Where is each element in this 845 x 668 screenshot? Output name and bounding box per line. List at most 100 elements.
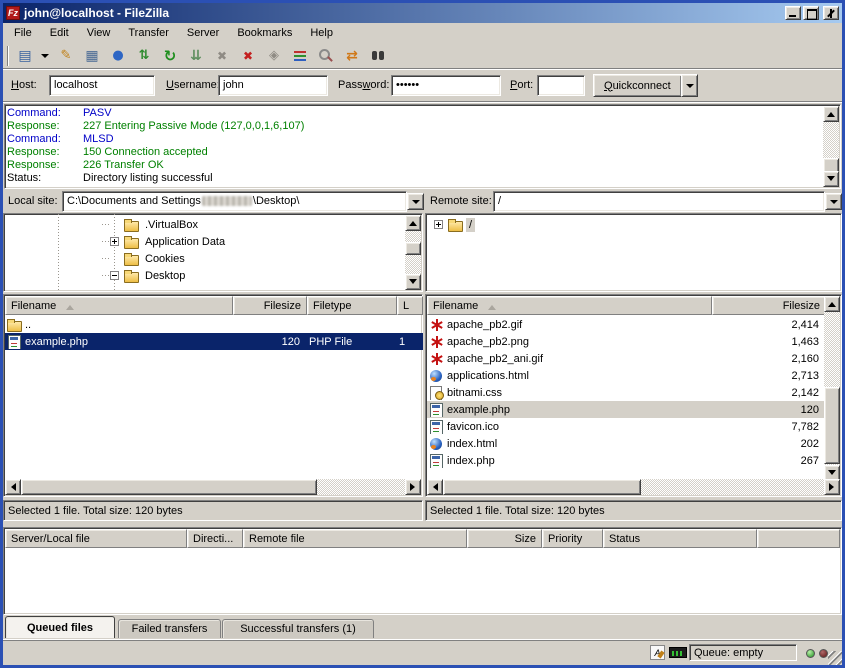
remote-list-hscrollbar[interactable] xyxy=(427,479,840,495)
queue-status-box: Queue: empty xyxy=(689,644,797,661)
file-row[interactable]: .. xyxy=(5,316,423,333)
log-scrollbar[interactable] xyxy=(823,106,839,187)
quickconnect-dropdown-icon[interactable] xyxy=(681,74,698,97)
file-row[interactable]: apache_pb2.gif 2,414 xyxy=(427,316,826,333)
scroll-left-icon[interactable] xyxy=(429,483,438,491)
remote-column-header-filename[interactable]: Filename xyxy=(427,296,712,315)
remote-column-header-filesize[interactable]: Filesize xyxy=(712,296,826,315)
tab[interactable]: Successful transfers (1) xyxy=(222,619,374,638)
remote-path-combo[interactable]: / xyxy=(493,191,825,212)
tree-item-label: .VirtualBox xyxy=(142,218,201,232)
file-row[interactable]: example.php 120 PHP File 1 xyxy=(5,333,423,350)
remote-path-dropdown-icon[interactable] xyxy=(825,193,842,210)
file-row[interactable]: applications.html 2,713 xyxy=(427,367,826,384)
local-tree-scrollbar[interactable] xyxy=(405,215,421,290)
scroll-up-icon[interactable] xyxy=(827,108,835,117)
toolbar-button-icon[interactable] xyxy=(54,45,78,67)
tree-item[interactable]: .VirtualBox xyxy=(6,216,404,233)
queue-header-server-local-file[interactable]: Server/Local file xyxy=(5,529,187,548)
toolbar-button-icon[interactable] xyxy=(13,45,37,67)
toolbar-button-icon[interactable] xyxy=(236,45,260,67)
tree-expander-icon[interactable] xyxy=(434,220,443,229)
remote-hscrollbar-thumb[interactable] xyxy=(443,479,641,495)
toolbar-button-icon[interactable] xyxy=(158,45,182,67)
toolbar-button-icon[interactable] xyxy=(340,45,364,67)
resize-grip[interactable] xyxy=(828,651,842,665)
port-label: Port: xyxy=(510,79,533,91)
local-column-header-filetype[interactable]: Filetype xyxy=(307,296,397,315)
file-row[interactable]: apache_pb2_ani.gif 2,160 xyxy=(427,350,826,367)
scroll-down-icon[interactable] xyxy=(827,176,835,185)
queue-header-size[interactable]: Size xyxy=(467,529,542,548)
php-file-icon xyxy=(7,335,23,349)
file-row[interactable]: apache_pb2.png 1,463 xyxy=(427,333,826,350)
port-input[interactable] xyxy=(537,75,585,96)
maximize-icon[interactable] xyxy=(803,6,819,20)
toolbar-button-icon[interactable] xyxy=(184,45,208,67)
toolbar-button-icon[interactable] xyxy=(288,45,312,67)
scroll-down-icon[interactable] xyxy=(828,470,836,479)
file-row[interactable]: index.html 202 xyxy=(427,435,826,452)
toolbar-button-icon[interactable] xyxy=(314,45,338,67)
tree-item[interactable]: Cookies xyxy=(6,250,404,267)
local-path-dropdown-icon[interactable] xyxy=(407,193,424,210)
toolbar-button-icon[interactable] xyxy=(38,45,52,67)
scroll-right-icon[interactable] xyxy=(829,483,838,491)
remote-list-vscrollbar[interactable] xyxy=(824,296,840,481)
tree-expander-icon[interactable] xyxy=(110,271,119,280)
menu-item[interactable]: Server xyxy=(178,25,228,41)
menu-item[interactable]: File xyxy=(5,25,41,41)
toolbar xyxy=(3,42,842,70)
toolbar-button-icon[interactable] xyxy=(132,45,156,67)
tree-expander-icon[interactable] xyxy=(110,237,119,246)
tab[interactable]: Failed transfers xyxy=(118,619,221,638)
local-list-hscrollbar[interactable] xyxy=(5,479,421,495)
queue-header-status[interactable]: Status xyxy=(603,529,757,548)
tree-item[interactable]: Desktop xyxy=(6,267,404,284)
local-hscrollbar-thumb[interactable] xyxy=(21,479,317,495)
close-icon[interactable] xyxy=(823,6,839,20)
local-site-label: Local site: xyxy=(8,195,58,207)
username-input[interactable]: john xyxy=(218,75,328,96)
toolbar-button-icon[interactable] xyxy=(106,45,130,67)
scroll-up-icon[interactable] xyxy=(828,298,836,307)
toolbar-button-icon[interactable] xyxy=(80,45,104,67)
tree-item[interactable]: Application Data xyxy=(6,233,404,250)
quickconnect-button[interactable]: Quickconnect xyxy=(593,74,682,97)
menu-item[interactable]: Bookmarks xyxy=(228,25,301,41)
local-tree-scrollbar-thumb[interactable] xyxy=(405,242,421,255)
queue-header-remote-file[interactable]: Remote file xyxy=(243,529,467,548)
menu-item[interactable]: Edit xyxy=(41,25,78,41)
log-line: Status: Directory listing successful xyxy=(7,172,822,185)
local-path-combo[interactable]: C:\Documents and Settings\Desktop\ xyxy=(62,191,407,212)
toolbar-button-icon[interactable] xyxy=(366,45,390,67)
title-bar: Fz john@localhost - FileZilla xyxy=(3,3,842,23)
password-input[interactable]: •••••• xyxy=(391,75,501,96)
sort-ascending-icon xyxy=(488,301,496,310)
local-column-header-filesize[interactable]: Filesize xyxy=(233,296,307,315)
scroll-left-icon[interactable] xyxy=(7,483,16,491)
toolbar-button-icon[interactable] xyxy=(262,45,286,67)
minimize-icon[interactable] xyxy=(785,6,801,20)
queue-header-priority[interactable]: Priority xyxy=(542,529,603,548)
tree-item[interactable]: / xyxy=(428,216,839,233)
scroll-up-icon[interactable] xyxy=(409,217,417,226)
scroll-down-icon[interactable] xyxy=(409,279,417,288)
toolbar-button-icon[interactable] xyxy=(210,45,234,67)
menu-item[interactable]: View xyxy=(78,25,120,41)
file-row[interactable]: index.php 267 xyxy=(427,452,826,469)
host-input[interactable]: localhost xyxy=(49,75,155,96)
file-row[interactable]: bitnami.css 2,142 xyxy=(427,384,826,401)
file-row[interactable]: example.php 120 xyxy=(427,401,826,418)
menu-item[interactable]: Help xyxy=(301,25,342,41)
folder-icon xyxy=(124,235,140,249)
scroll-right-icon[interactable] xyxy=(410,483,419,491)
queue-header-direction[interactable]: Directi... xyxy=(187,529,243,548)
tab[interactable]: Queued files xyxy=(5,616,115,638)
menu-item[interactable]: Transfer xyxy=(119,25,178,41)
remote-vscrollbar-thumb[interactable] xyxy=(824,387,840,464)
file-row[interactable]: favicon.ico 7,782 xyxy=(427,418,826,435)
local-column-header-lastmodified[interactable]: L xyxy=(397,296,423,315)
local-column-header-filename[interactable]: Filename xyxy=(5,296,233,315)
log-line: Command: PASV xyxy=(7,107,822,120)
